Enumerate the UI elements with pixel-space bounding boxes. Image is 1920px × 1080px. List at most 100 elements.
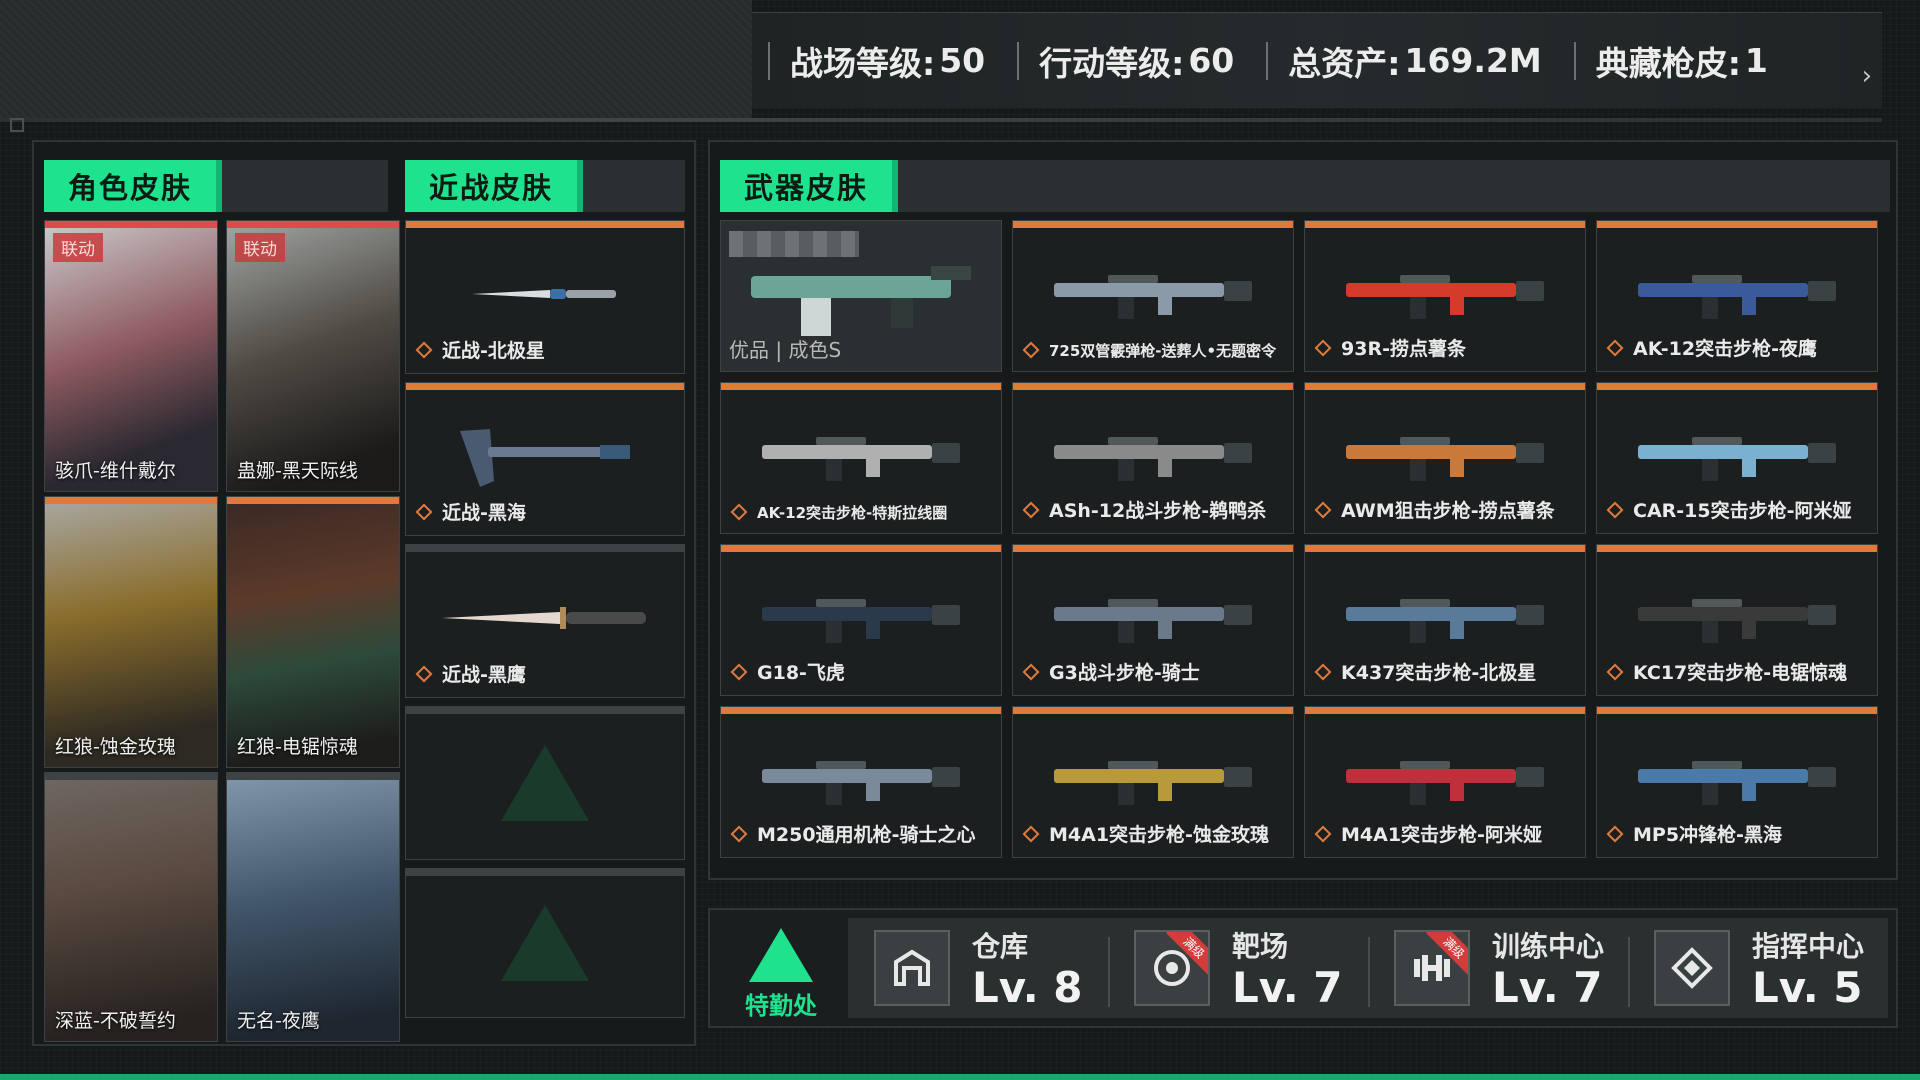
diamond-icon — [1022, 663, 1040, 680]
melee-skin-card[interactable]: 近战-黑海 — [405, 382, 685, 536]
facility-command[interactable]: 指挥中心 Lv. 5 — [1628, 925, 1888, 1012]
weapon-skin-card[interactable]: M4A1突击步枪-阿米娅 — [1304, 706, 1586, 858]
weapon-skin-card[interactable]: M4A1突击步枪-蚀金玫瑰 — [1012, 706, 1294, 858]
weapon-skin-card[interactable]: AWM狙击步枪-捞点薯条 — [1304, 382, 1586, 534]
diamond-icon — [415, 503, 433, 520]
knife-icon — [472, 288, 616, 299]
skin-name: 蛊娜-黑天际线 — [237, 460, 358, 482]
weapon-skin-card[interactable]: AK-12突击步枪-夜鹰 — [1596, 220, 1878, 372]
weapon-icon — [762, 437, 960, 481]
weapon-skin-card[interactable]: G3战斗步枪-骑士 — [1012, 544, 1294, 696]
facility-training[interactable]: 满级 训练中心 Lv. 7 — [1368, 925, 1628, 1012]
skin-name: G3战斗步枪-骑士 — [1022, 658, 1200, 685]
section-title: 武器皮肤 — [720, 160, 899, 212]
section-title: 近战皮肤 — [405, 160, 584, 212]
character-skin-card[interactable]: 联动 蛊娜-黑天际线 — [226, 220, 400, 492]
special-ops-logo[interactable]: 特勤处 — [736, 928, 826, 1021]
character-skin-card[interactable]: 深蓝-不破誓约 — [44, 772, 218, 1042]
skin-name: 红狼-电锯惊魂 — [237, 736, 358, 758]
weapon-icon — [1346, 437, 1544, 481]
stat-operation-level: 行动等级: 60 — [1001, 37, 1250, 85]
weapon-icon — [1638, 761, 1836, 805]
weapon-icon — [1346, 761, 1544, 805]
diamond-icon — [1314, 825, 1332, 842]
weapon-skin-card[interactable]: CAR-15突击步枪-阿米娅 — [1596, 382, 1878, 534]
weapon-icon — [1054, 275, 1252, 319]
diamond-icon — [1022, 825, 1040, 842]
target-icon: 满级 — [1134, 930, 1210, 1006]
skin-name: M4A1突击步枪-蚀金玫瑰 — [1022, 820, 1269, 847]
skin-name: 红狼-蚀金玫瑰 — [55, 736, 176, 758]
character-skin-card[interactable]: 红狼-电锯惊魂 — [226, 496, 400, 768]
collab-badge: 联动 — [53, 233, 103, 262]
weapon-skin-card[interactable]: MP5冲锋枪-黑海 — [1596, 706, 1878, 858]
melee-skin-card[interactable]: 近战-北极星 — [405, 220, 685, 374]
diamond-icon — [730, 503, 748, 520]
diamond-icon — [730, 663, 748, 680]
diamond-icon — [1022, 341, 1040, 358]
character-skin-card[interactable]: 红狼-蚀金玫瑰 — [44, 496, 218, 768]
weapon-skin-card[interactable]: M250通用机枪-骑士之心 — [720, 706, 1002, 858]
facility-title: 靶场 — [1232, 929, 1289, 963]
warehouse-icon — [874, 930, 950, 1006]
skin-name: MP5冲锋枪-黑海 — [1606, 820, 1782, 847]
skin-name: 725双管霰弹枪-送葬人•无题密令 — [1022, 340, 1276, 361]
command-icon — [1654, 930, 1730, 1006]
facility-range[interactable]: 满级 靶场 Lv. 7 — [1108, 925, 1368, 1012]
character-skin-card[interactable]: 联动 骇爪-维什戴尔 — [44, 220, 218, 492]
weapon-icon — [762, 761, 960, 805]
diamond-icon — [1314, 501, 1332, 518]
special-ops-bar: 特勤处 仓库 Lv. 8 满级 靶场 Lv. 7 满级 训练中心 Lv. 7 指… — [708, 908, 1898, 1028]
diamond-icon — [1606, 663, 1624, 680]
weapon-skin-card[interactable]: ASh-12战斗步枪-鹈鸭杀 — [1012, 382, 1294, 534]
collab-badge: 联动 — [235, 233, 285, 262]
special-ops-label: 特勤处 — [745, 992, 817, 1020]
weapon-skin-card[interactable]: AK-12突击步枪-特斯拉线圈 — [720, 382, 1002, 534]
empty-melee-slot[interactable] — [405, 706, 685, 860]
smg-icon — [751, 266, 971, 336]
diamond-icon — [730, 825, 748, 842]
bottom-accent-line — [0, 1074, 1920, 1080]
diamond-icon — [415, 341, 433, 358]
diamond-icon — [1314, 339, 1332, 356]
skin-name: CAR-15突击步枪-阿米娅 — [1606, 496, 1852, 523]
corner-marker — [10, 118, 24, 132]
skin-name: AK-12突击步枪-夜鹰 — [1606, 334, 1817, 361]
divider — [0, 118, 1882, 122]
stat-battlefield-level: 战场等级: 50 — [752, 37, 1001, 85]
quality-label: 优品 | 成色S — [729, 338, 842, 362]
skin-name: ASh-12战斗步枪-鹈鸭杀 — [1022, 496, 1266, 523]
section-title: 角色皮肤 — [44, 160, 223, 212]
empty-melee-slot[interactable] — [405, 868, 685, 1018]
facility-level: Lv. 7 — [1492, 962, 1603, 1012]
weapon-icon — [1346, 599, 1544, 643]
skin-name: KC17突击步枪-电锯惊魂 — [1606, 658, 1847, 685]
skin-name: G18-飞虎 — [730, 658, 845, 685]
weapon-skin-card[interactable]: KC17突击步枪-电锯惊魂 — [1596, 544, 1878, 696]
facility-level: Lv. 7 — [1232, 962, 1343, 1012]
diamond-icon — [1314, 663, 1332, 680]
dumbbell-icon: 满级 — [1394, 930, 1470, 1006]
placeholder-logo-icon — [501, 745, 589, 821]
weapon-icon — [1054, 599, 1252, 643]
character-skins-header: 角色皮肤 — [44, 160, 388, 212]
weapon-skin-card[interactable]: K437突击步枪-北极星 — [1304, 544, 1586, 696]
melee-skins-header: 近战皮肤 — [405, 160, 685, 212]
facility-warehouse[interactable]: 仓库 Lv. 8 — [848, 925, 1108, 1012]
top-stats-bar: 战场等级: 50 行动等级: 60 总资产: 169.2M 典藏枪皮: 1 › — [752, 12, 1882, 108]
melee-skin-card[interactable]: 近战-黑鹰 — [405, 544, 685, 698]
character-skin-card[interactable]: 无名-夜鹰 — [226, 772, 400, 1042]
featured-weapon-card[interactable]: 优品 | 成色S — [720, 220, 1002, 372]
diamond-icon — [1606, 825, 1624, 842]
weapon-skin-card[interactable]: 725双管霰弹枪-送葬人•无题密令 — [1012, 220, 1294, 372]
diamond-icon — [1606, 339, 1624, 356]
weapon-icon — [1638, 437, 1836, 481]
facility-title: 训练中心 — [1492, 929, 1605, 963]
triangle-logo-icon — [749, 928, 813, 982]
weapon-skin-card[interactable]: 93R-捞点薯条 — [1304, 220, 1586, 372]
weapon-icon — [1054, 761, 1252, 805]
chevron-right-icon[interactable]: › — [1862, 61, 1872, 91]
skin-name: 骇爪-维什戴尔 — [55, 460, 176, 482]
weapon-skin-card[interactable]: G18-飞虎 — [720, 544, 1002, 696]
skin-name: 深蓝-不破誓约 — [55, 1010, 176, 1032]
